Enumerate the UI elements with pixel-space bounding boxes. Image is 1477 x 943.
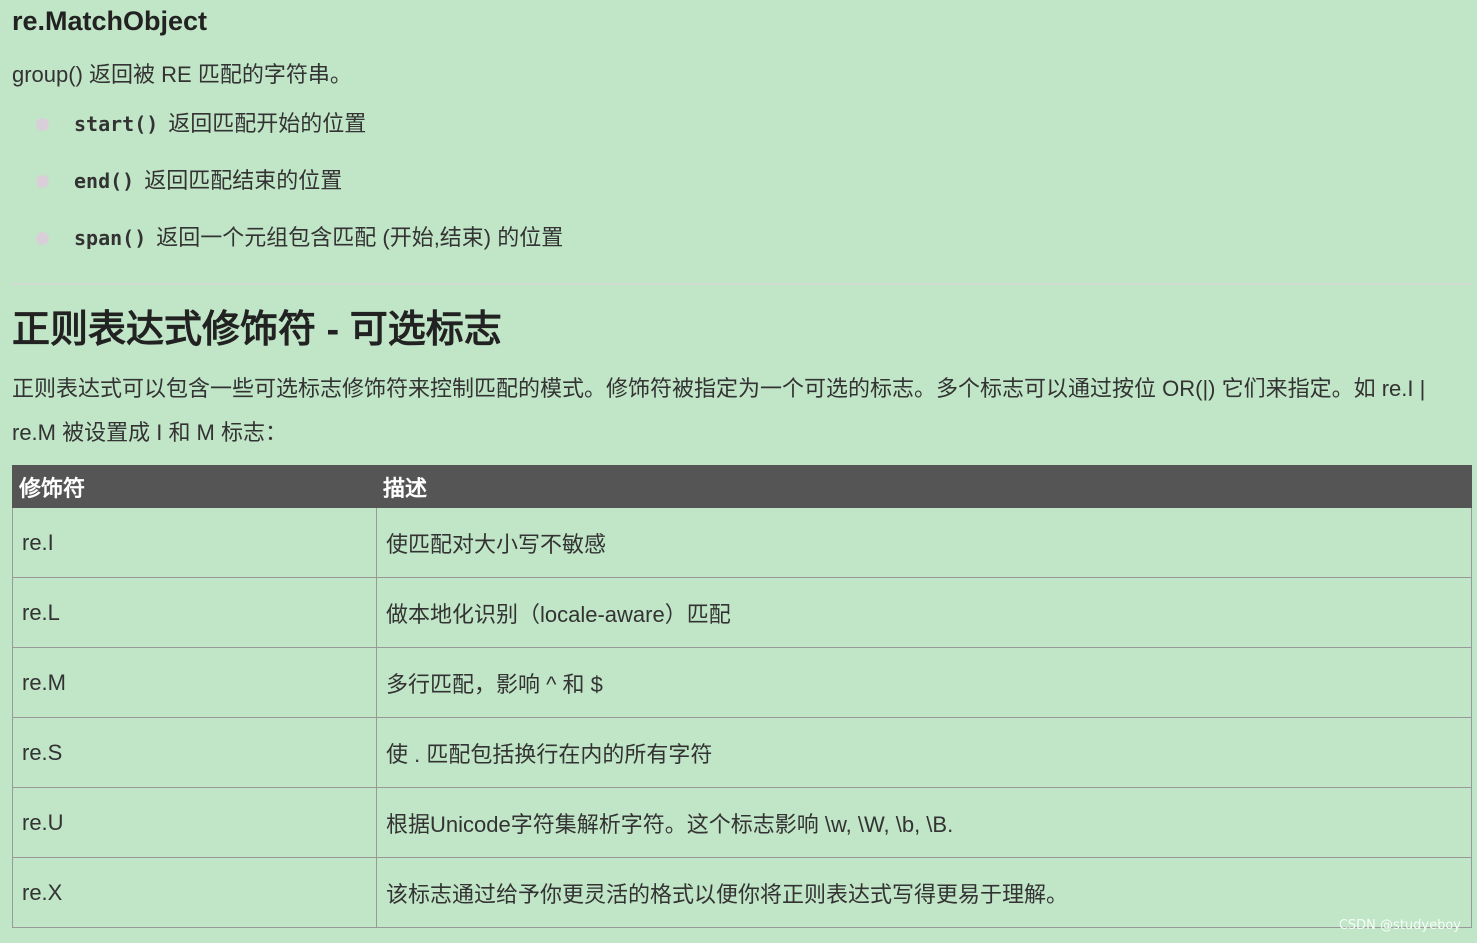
column-header-description: 描述 (376, 465, 1472, 508)
flag-cell: re.I (12, 507, 377, 578)
flag-cell: re.M (12, 647, 377, 718)
article-content: re.MatchObject group() 返回被 RE 匹配的字符串。 st… (12, 0, 1472, 928)
flag-cell: re.L (12, 577, 377, 648)
flags-table: 修饰符 描述 re.I 使匹配对大小写不敏感 re.L 做本地化识别（local… (12, 465, 1472, 928)
table-row: re.M 多行匹配，影响 ^ 和 $ (12, 647, 1472, 718)
bullet-icon (36, 232, 49, 245)
description-cell: 根据Unicode字符集解析字符。这个标志影响 \w, \W, \b, \B. (376, 787, 1472, 858)
method-description: 返回一个元组包含匹配 (开始,结束) 的位置 (156, 225, 564, 250)
method-description: 返回匹配结束的位置 (144, 168, 343, 193)
method-list: start() 返回匹配开始的位置 end() 返回匹配结束的位置 span() 返回… (12, 104, 1472, 275)
bullet-icon (36, 175, 49, 188)
bullet-icon (36, 118, 49, 131)
list-item: start() 返回匹配开始的位置 (12, 104, 1472, 161)
flag-cell: re.S (12, 717, 377, 788)
list-item: end() 返回匹配结束的位置 (12, 161, 1472, 218)
table-row: re.L 做本地化识别（locale-aware）匹配 (12, 577, 1472, 648)
method-description: 返回匹配开始的位置 (168, 111, 367, 136)
method-name: start() (74, 112, 159, 136)
description-cell: 多行匹配，影响 ^ 和 $ (376, 647, 1472, 718)
flag-cell: re.X (12, 857, 377, 928)
section-divider (12, 283, 1472, 285)
method-name: end() (74, 169, 135, 193)
description-cell: 做本地化识别（locale-aware）匹配 (376, 577, 1472, 648)
watermark: CSDN @studyeboy (1338, 918, 1461, 933)
table-row: re.X 该标志通过给予你更灵活的格式以便你将正则表达式写得更易于理解。 (12, 857, 1472, 928)
description-cell: 使 . 匹配包括换行在内的所有字符 (376, 717, 1472, 788)
description-cell: 使匹配对大小写不敏感 (376, 507, 1472, 578)
table-row: re.S 使 . 匹配包括换行在内的所有字符 (12, 717, 1472, 788)
flags-description: 正则表达式可以包含一些可选标志修饰符来控制匹配的模式。修饰符被指定为一个可选的标… (12, 376, 1426, 445)
table-row: re.I 使匹配对大小写不敏感 (12, 507, 1472, 578)
table-header-row: 修饰符 描述 (12, 465, 1472, 508)
group-description: group() 返回被 RE 匹配的字符串。 (12, 62, 352, 87)
column-header-flag: 修饰符 (12, 465, 377, 508)
flag-cell: re.U (12, 787, 377, 858)
table-row: re.U 根据Unicode字符集解析字符。这个标志影响 \w, \W, \b,… (12, 787, 1472, 858)
method-name: span() (74, 226, 147, 250)
description-cell: 该标志通过给予你更灵活的格式以便你将正则表达式写得更易于理解。 (376, 857, 1472, 928)
section-title-flags: 正则表达式修饰符 - 可选标志 (12, 309, 502, 351)
section-title-matchobject: re.MatchObject (12, 6, 208, 36)
list-item: span() 返回一个元组包含匹配 (开始,结束) 的位置 (12, 218, 1472, 275)
